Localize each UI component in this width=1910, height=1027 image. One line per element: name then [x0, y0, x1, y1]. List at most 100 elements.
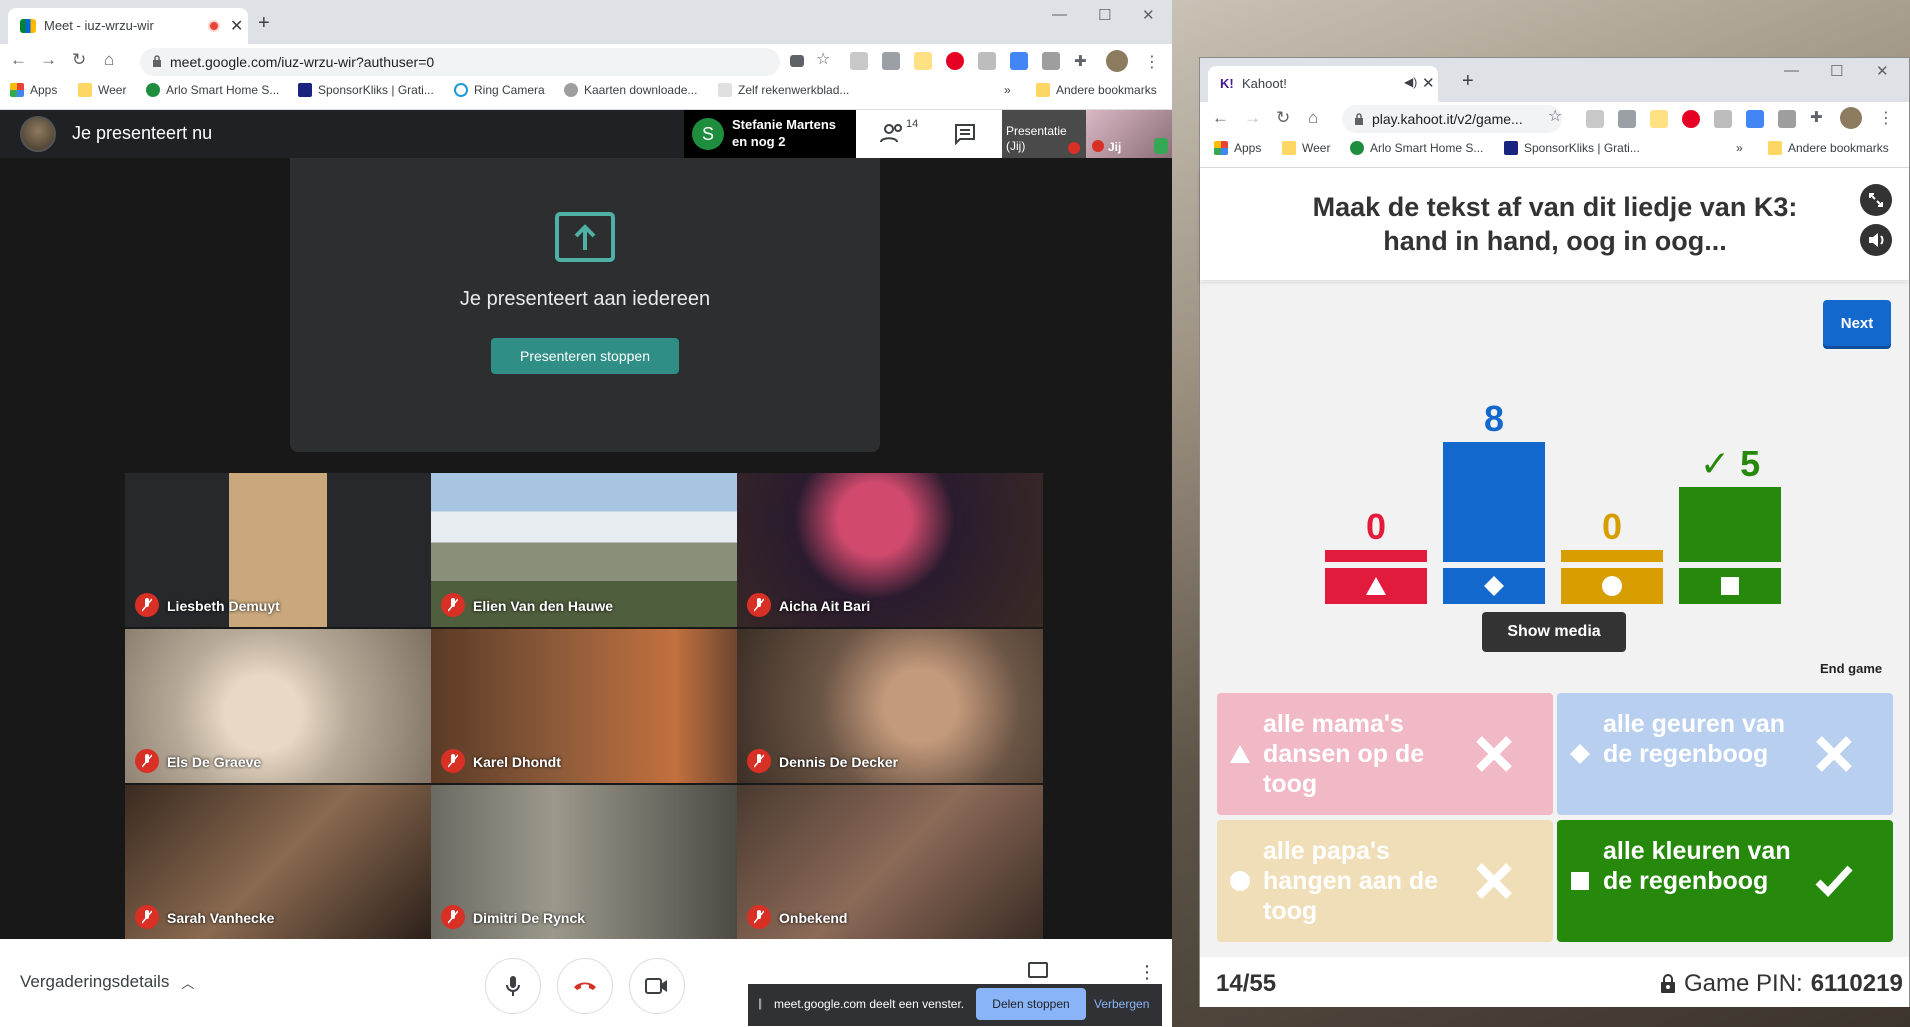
bookmark-kaarten[interactable]: Kaarten downloade...: [564, 83, 697, 97]
bookmarks-overflow[interactable]: »: [1004, 83, 1011, 97]
self-thumbnail[interactable]: Jij: [1086, 110, 1172, 158]
extension-icon[interactable]: [978, 52, 996, 70]
bookmark-apps[interactable]: Apps: [1214, 141, 1261, 155]
participant-tile[interactable]: Elien Van den Hauwe: [431, 473, 737, 627]
translate-icon[interactable]: [1746, 110, 1764, 128]
translate-icon[interactable]: [1010, 52, 1028, 70]
hide-share-bar-link[interactable]: Verbergen: [1094, 997, 1149, 1011]
extension-icon[interactable]: [1586, 110, 1604, 128]
home-icon[interactable]: ⌂: [1308, 108, 1318, 128]
extension-icon[interactable]: [1714, 110, 1732, 128]
home-icon[interactable]: ⌂: [104, 50, 114, 70]
camera-icon[interactable]: [790, 55, 804, 67]
show-media-button[interactable]: Show media: [1482, 612, 1626, 652]
close-window-icon[interactable]: ✕: [1142, 6, 1155, 24]
camera-button[interactable]: [629, 958, 685, 1014]
bookmark-apps[interactable]: Apps: [10, 83, 57, 97]
folder-icon: [78, 83, 92, 97]
people-button[interactable]: [880, 122, 906, 144]
minimize-icon[interactable]: —: [1784, 62, 1799, 79]
presenting-message: Je presenteert aan iedereen: [459, 288, 711, 310]
bookmark-weer[interactable]: Weer: [1282, 141, 1330, 155]
participant-tile[interactable]: Aicha Ait Bari: [737, 473, 1043, 627]
extension-icon[interactable]: [1650, 110, 1668, 128]
stop-sharing-button[interactable]: Delen stoppen: [976, 988, 1086, 1020]
extension-icon[interactable]: [850, 52, 868, 70]
close-tab-icon[interactable]: ✕: [1422, 74, 1435, 92]
menu-dots-icon[interactable]: ⋮: [1144, 52, 1162, 71]
back-icon[interactable]: ←: [1212, 108, 1229, 128]
bookmark-weer[interactable]: Weer: [78, 83, 126, 97]
close-tab-icon[interactable]: ✕: [230, 16, 243, 36]
back-icon[interactable]: ←: [10, 50, 27, 70]
participant-tile[interactable]: Onbekend: [737, 785, 1043, 939]
speaker-icon[interactable]: ◀): [1404, 75, 1417, 89]
extension-icon[interactable]: [914, 52, 932, 70]
bookmark-sponsorkliks[interactable]: SponsorKliks | Grati...: [298, 83, 434, 97]
bookmark-ring[interactable]: Ring Camera: [454, 83, 545, 97]
bookmark-rekenwerkblad[interactable]: Zelf rekenwerkblad...: [718, 83, 849, 97]
hang-up-button[interactable]: [557, 958, 613, 1014]
address-bar[interactable]: meet.google.com/iuz-wrzu-wir?authuser=0: [140, 48, 780, 76]
close-window-icon[interactable]: ✕: [1876, 62, 1889, 80]
chat-button[interactable]: [954, 123, 976, 145]
bookmarks-overflow[interactable]: »: [1736, 141, 1743, 155]
end-game-link[interactable]: End game: [1820, 661, 1882, 676]
drag-handle-icon[interactable]: ||: [758, 996, 762, 1010]
mic-off-icon: [135, 905, 159, 929]
minimize-icon[interactable]: —: [1052, 6, 1067, 23]
participant-tile[interactable]: Dimitri De Rynck: [431, 785, 737, 939]
puzzle-icon[interactable]: ✚: [1074, 52, 1092, 70]
answer-option[interactable]: alle geuren van de regenboog: [1557, 693, 1893, 815]
bookmark-andere[interactable]: Andere bookmarks: [1768, 141, 1889, 155]
bookmark-arlo[interactable]: Arlo Smart Home S...: [146, 83, 279, 97]
extension-icon[interactable]: [1618, 110, 1636, 128]
maximize-icon[interactable]: ☐: [1098, 6, 1111, 24]
sound-button[interactable]: [1860, 224, 1892, 256]
profile-avatar[interactable]: [1840, 107, 1862, 129]
next-button[interactable]: Next: [1823, 300, 1891, 346]
microphone-button[interactable]: [485, 958, 541, 1014]
bookmark-arlo[interactable]: Arlo Smart Home S...: [1350, 141, 1483, 155]
pinterest-icon[interactable]: [1682, 110, 1700, 128]
bookmark-sponsorkliks[interactable]: SponsorKliks | Grati...: [1504, 141, 1640, 155]
extension-icon[interactable]: [1778, 110, 1796, 128]
bookmark-andere[interactable]: Andere bookmarks: [1036, 83, 1157, 97]
forward-icon[interactable]: →: [1244, 108, 1261, 128]
kahoot-tab[interactable]: K! Kahoot! ◀) ✕: [1208, 66, 1438, 102]
extension-icon[interactable]: [882, 52, 900, 70]
extension-icon[interactable]: [1042, 52, 1060, 70]
present-screen-icon: [555, 212, 615, 262]
meet-tab[interactable]: Meet - iuz-wrzu-wir ✕: [8, 8, 248, 44]
participant-tile[interactable]: Dennis De Decker: [737, 629, 1043, 783]
pinterest-icon[interactable]: [946, 52, 964, 70]
answer-option[interactable]: alle mama's dansen op de toog: [1217, 693, 1553, 815]
more-options-icon[interactable]: ⋮: [1138, 962, 1156, 983]
triangle-icon: [1365, 575, 1387, 597]
participant-tile[interactable]: Karel Dhondt: [431, 629, 737, 783]
kahoot-address-bar[interactable]: play.kahoot.it/v2/game...: [1342, 105, 1562, 133]
profile-avatar[interactable]: [1106, 50, 1128, 72]
maximize-icon[interactable]: ☐: [1830, 62, 1843, 80]
answer-option[interactable]: alle papa's hangen aan de toog: [1217, 820, 1553, 942]
participant-tile[interactable]: Sarah Vanhecke: [125, 785, 431, 939]
bookmark-label: Kaarten downloade...: [584, 83, 698, 97]
meeting-details-button[interactable]: Vergaderingsdetails ︿: [20, 972, 194, 992]
star-icon[interactable]: ☆: [816, 49, 834, 68]
star-icon[interactable]: ☆: [1548, 106, 1562, 126]
presentation-thumbnail[interactable]: Presentatie (Jij): [1002, 110, 1086, 158]
new-tab-button[interactable]: +: [1462, 70, 1474, 93]
new-tab-button[interactable]: +: [258, 12, 270, 35]
answer-option[interactable]: alle kleuren van de regenboog: [1557, 820, 1893, 942]
forward-icon[interactable]: →: [40, 50, 57, 70]
puzzle-icon[interactable]: ✚: [1810, 108, 1828, 126]
reload-icon[interactable]: ↻: [1276, 108, 1290, 128]
participant-tile[interactable]: Els De Graeve: [125, 629, 431, 783]
reload-icon[interactable]: ↻: [72, 50, 86, 70]
fullscreen-button[interactable]: [1860, 184, 1892, 216]
participant-tile[interactable]: Liesbeth Demuyt: [125, 473, 431, 627]
game-pin-label: Game PIN:: [1684, 970, 1803, 997]
menu-dots-icon[interactable]: ⋮: [1878, 108, 1896, 127]
present-now-icon[interactable]: [1028, 962, 1048, 978]
stop-presenting-button[interactable]: Presenteren stoppen: [491, 338, 679, 374]
